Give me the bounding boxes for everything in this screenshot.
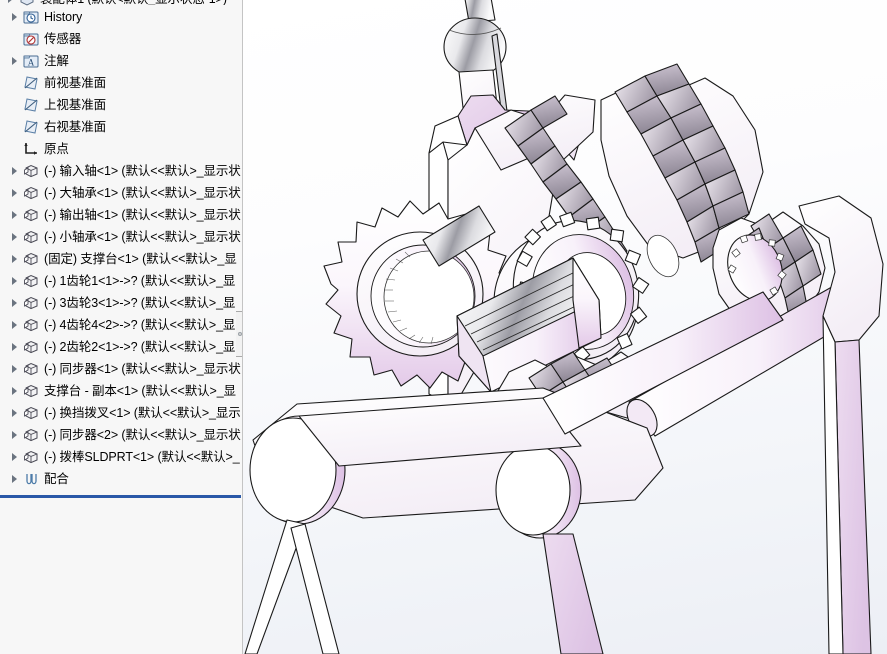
component-icon <box>22 338 40 356</box>
component-icon <box>22 162 40 180</box>
expand-arrow-icon[interactable] <box>6 409 22 417</box>
tree-item-label: (-) 同步器<1> (默认<<默认>_显示状 <box>44 362 241 376</box>
expand-arrow-icon[interactable] <box>2 0 18 3</box>
tree-item-label: (-) 3齿轮3<1>->? (默认<<默认>_显 <box>44 296 236 310</box>
graphics-area[interactable] <box>243 0 887 654</box>
tree-item-label: (-) 输出轴<1> (默认<<默认>_显示状 <box>44 208 241 222</box>
component-icon <box>22 294 40 312</box>
expand-arrow-icon[interactable] <box>6 321 22 329</box>
tree-scroll-content: 装配体1 (默认<默认_显示状态-1>) History 传感器 A 注解前视基准面上… <box>0 0 242 490</box>
tree-item[interactable]: History <box>0 6 242 28</box>
tree-item[interactable]: (-) 大轴承<1> (默认<<默认>_显示状 <box>0 182 242 204</box>
tree-item[interactable]: 右视基准面 <box>0 116 242 138</box>
tree-item-label: (-) 拨棒SLDPRT<1> (默认<<默认>_ <box>44 450 240 464</box>
tree-item-label: (固定) 支撑台<1> (默认<<默认>_显 <box>44 252 237 266</box>
tree-item-label: 传感器 <box>44 32 82 46</box>
tree-item-label: (-) 小轴承<1> (默认<<默认>_显示状 <box>44 230 241 244</box>
cad-application-window: 装配体1 (默认<默认_显示状态-1>) History 传感器 A 注解前视基准面上… <box>0 0 887 654</box>
plane-icon <box>22 118 40 136</box>
component-icon <box>22 382 40 400</box>
tree-item[interactable]: 支撑台 - 副本<1> (默认<<默认>_显 <box>0 380 242 402</box>
component-icon <box>22 272 40 290</box>
tree-item-label: 配合 <box>44 472 69 486</box>
tree-item-list: History 传感器 A 注解前视基准面上视基准面右视基准面原点 (-) 输入轴<1>… <box>0 6 242 490</box>
tree-item-label: 支撑台 - 副本<1> (默认<<默认>_显 <box>44 384 236 398</box>
expand-arrow-icon[interactable] <box>6 277 22 285</box>
expand-arrow-icon[interactable] <box>6 431 22 439</box>
history-folder-icon <box>22 8 40 26</box>
tree-item[interactable]: (-) 同步器<2> (默认<<默认>_显示状 <box>0 424 242 446</box>
component-icon <box>22 316 40 334</box>
tree-item[interactable]: 传感器 <box>0 28 242 50</box>
origin-icon <box>22 140 40 158</box>
component-icon <box>22 184 40 202</box>
tree-item-label: 注解 <box>44 54 69 68</box>
mates-icon <box>22 470 40 488</box>
expand-arrow-icon[interactable] <box>6 343 22 351</box>
svg-text:A: A <box>28 58 35 68</box>
plane-icon <box>22 74 40 92</box>
tree-item[interactable]: (-) 小轴承<1> (默认<<默认>_显示状 <box>0 226 242 248</box>
tree-item-label: (-) 输入轴<1> (默认<<默认>_显示状 <box>44 164 241 178</box>
component-icon <box>22 250 40 268</box>
tree-item[interactable]: 原点 <box>0 138 242 160</box>
tree-item-label: 上视基准面 <box>44 98 107 112</box>
tree-item[interactable]: (-) 换挡拨叉<1> (默认<<默认>_显示 <box>0 402 242 424</box>
tree-item-label: 前视基准面 <box>44 76 107 90</box>
tree-item[interactable]: (-) 输入轴<1> (默认<<默认>_显示状 <box>0 160 242 182</box>
tree-item[interactable]: (-) 1齿轮1<1>->? (默认<<默认>_显 <box>0 270 242 292</box>
tree-item[interactable]: (-) 2齿轮2<1>->? (默认<<默认>_显 <box>0 336 242 358</box>
tree-item-label: History <box>44 10 83 24</box>
expand-arrow-icon[interactable] <box>6 211 22 219</box>
expand-arrow-icon[interactable] <box>6 233 22 241</box>
tree-item[interactable]: 上视基准面 <box>0 94 242 116</box>
tree-item[interactable]: (-) 输出轴<1> (默认<<默认>_显示状 <box>0 204 242 226</box>
expand-arrow-icon[interactable] <box>6 365 22 373</box>
tree-empty-area <box>0 498 241 654</box>
tree-item[interactable]: (固定) 支撑台<1> (默认<<默认>_显 <box>0 248 242 270</box>
splitter-grip-dot <box>238 332 242 336</box>
panel-splitter-handle[interactable] <box>236 311 242 357</box>
tree-item[interactable]: (-) 3齿轮3<1>->? (默认<<默认>_显 <box>0 292 242 314</box>
tree-item[interactable]: 配合 <box>0 468 242 490</box>
expand-arrow-icon[interactable] <box>6 189 22 197</box>
tree-item[interactable]: (-) 拨棒SLDPRT<1> (默认<<默认>_ <box>0 446 242 468</box>
feature-manager-design-tree[interactable]: 装配体1 (默认<默认_显示状态-1>) History 传感器 A 注解前视基准面上… <box>0 0 243 654</box>
tree-item-label: (-) 2齿轮2<1>->? (默认<<默认>_显 <box>44 340 236 354</box>
expand-arrow-icon[interactable] <box>6 57 22 65</box>
tree-item-label: (-) 换挡拨叉<1> (默认<<默认>_显示 <box>44 406 241 420</box>
tree-item-label: (-) 4齿轮4<2>->? (默认<<默认>_显 <box>44 318 236 332</box>
expand-arrow-icon[interactable] <box>6 13 22 21</box>
component-icon <box>22 448 40 466</box>
expand-arrow-icon[interactable] <box>6 475 22 483</box>
tree-item[interactable]: (-) 同步器<1> (默认<<默认>_显示状 <box>0 358 242 380</box>
tree-item[interactable]: A 注解 <box>0 50 242 72</box>
component-icon <box>22 404 40 422</box>
tree-item-label: (-) 大轴承<1> (默认<<默认>_显示状 <box>44 186 241 200</box>
expand-arrow-icon[interactable] <box>6 299 22 307</box>
plane-icon <box>22 96 40 114</box>
model-3d-render <box>244 0 884 654</box>
annotations-folder-icon: A <box>22 52 40 70</box>
expand-arrow-icon[interactable] <box>6 255 22 263</box>
expand-arrow-icon[interactable] <box>6 387 22 395</box>
tree-item[interactable]: 前视基准面 <box>0 72 242 94</box>
expand-arrow-icon[interactable] <box>6 453 22 461</box>
tree-item[interactable]: (-) 4齿轮4<2>->? (默认<<默认>_显 <box>0 314 242 336</box>
tree-item-label: (-) 1齿轮1<1>->? (默认<<默认>_显 <box>44 274 236 288</box>
component-icon <box>22 206 40 224</box>
component-icon <box>22 360 40 378</box>
tree-item-label: 装配体1 (默认<默认_显示状态-1>) <box>40 0 227 5</box>
tree-item-label: (-) 同步器<2> (默认<<默认>_显示状 <box>44 428 241 442</box>
expand-arrow-icon[interactable] <box>6 167 22 175</box>
component-icon <box>22 228 40 246</box>
tree-item-label: 右视基准面 <box>44 120 107 134</box>
tree-item-label: 原点 <box>44 142 69 156</box>
component-icon <box>22 426 40 444</box>
sensors-folder-icon <box>22 30 40 48</box>
